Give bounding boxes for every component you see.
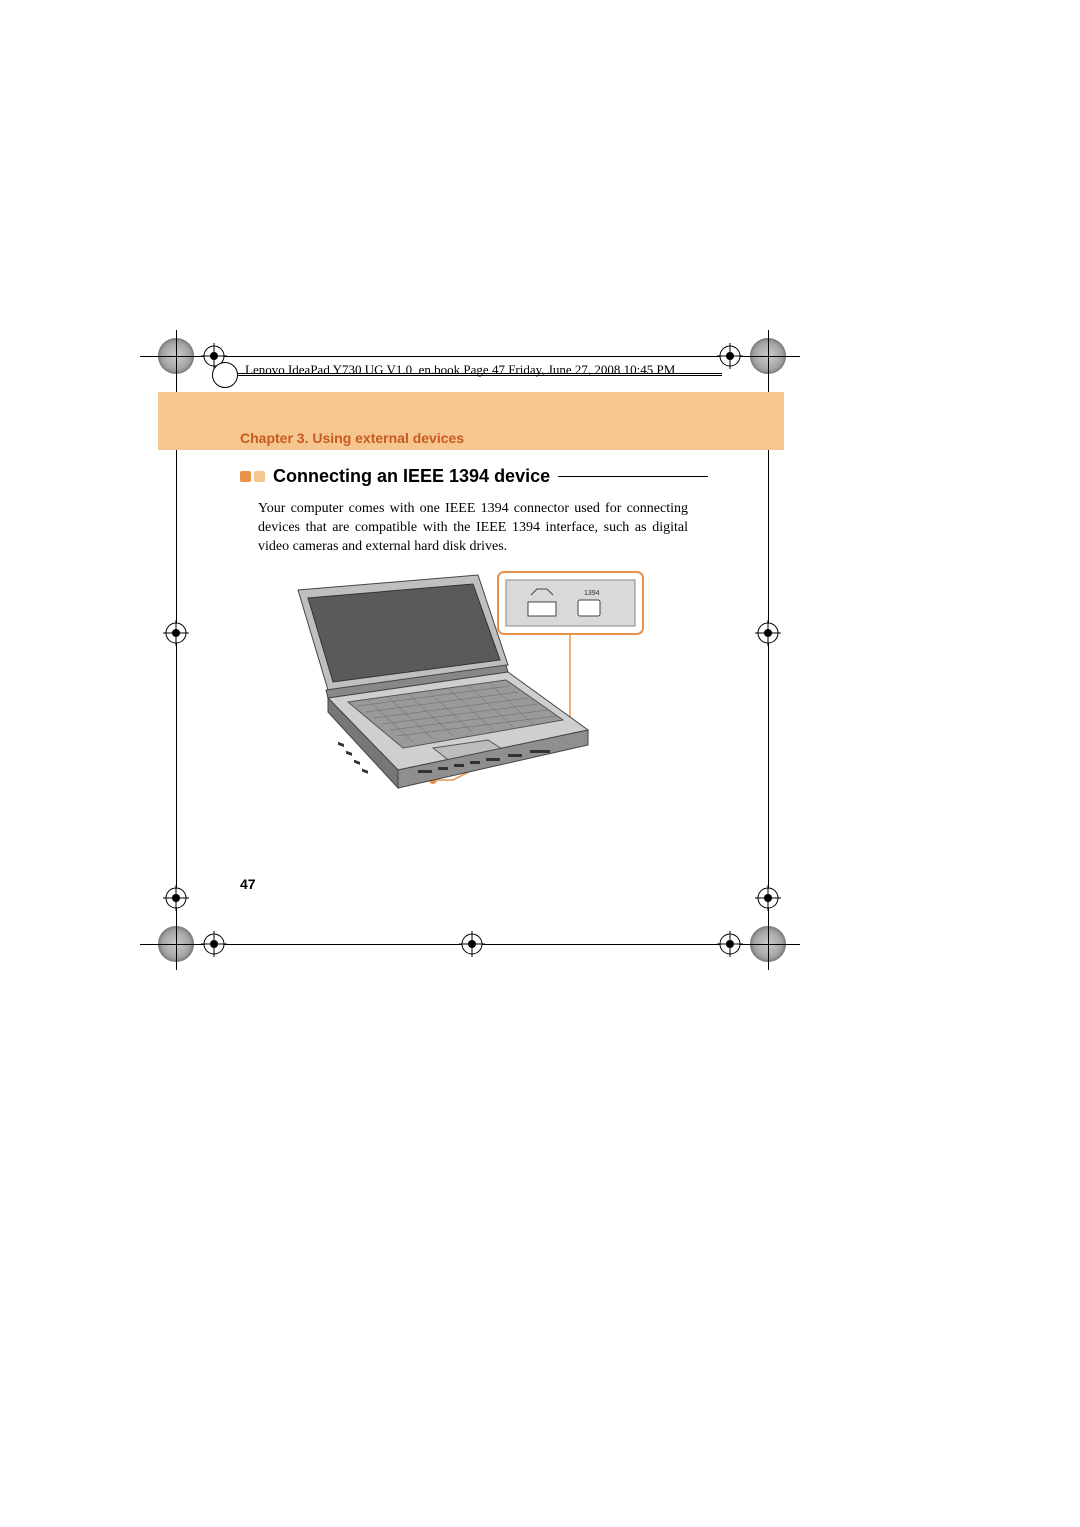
printer-rule — [140, 356, 800, 357]
registration-mark-icon — [755, 885, 781, 911]
registration-mark-icon — [717, 343, 743, 369]
registration-mark-icon — [163, 620, 189, 646]
page-number: 47 — [240, 876, 256, 892]
registration-mark-icon — [459, 931, 485, 957]
registration-mark-icon — [201, 931, 227, 957]
bullet-icon — [240, 471, 251, 482]
bullet-icon — [254, 471, 265, 482]
section-heading-text: Connecting an IEEE 1394 device — [273, 466, 550, 487]
chapter-title: Chapter 3. Using external devices — [240, 430, 464, 446]
registration-mark-icon — [163, 885, 189, 911]
heading-rule — [558, 476, 708, 477]
registration-mark-icon — [717, 931, 743, 957]
port-label: 1394 — [584, 590, 600, 597]
book-header-text: Lenovo IdeaPad Y730 UG V1.0_en.book Page… — [245, 362, 675, 378]
registration-mark-icon — [755, 620, 781, 646]
laptop-illustration: 1394 — [278, 570, 648, 800]
section-heading: Connecting an IEEE 1394 device — [240, 466, 708, 487]
section-body-text: Your computer comes with one IEEE 1394 c… — [258, 500, 688, 557]
